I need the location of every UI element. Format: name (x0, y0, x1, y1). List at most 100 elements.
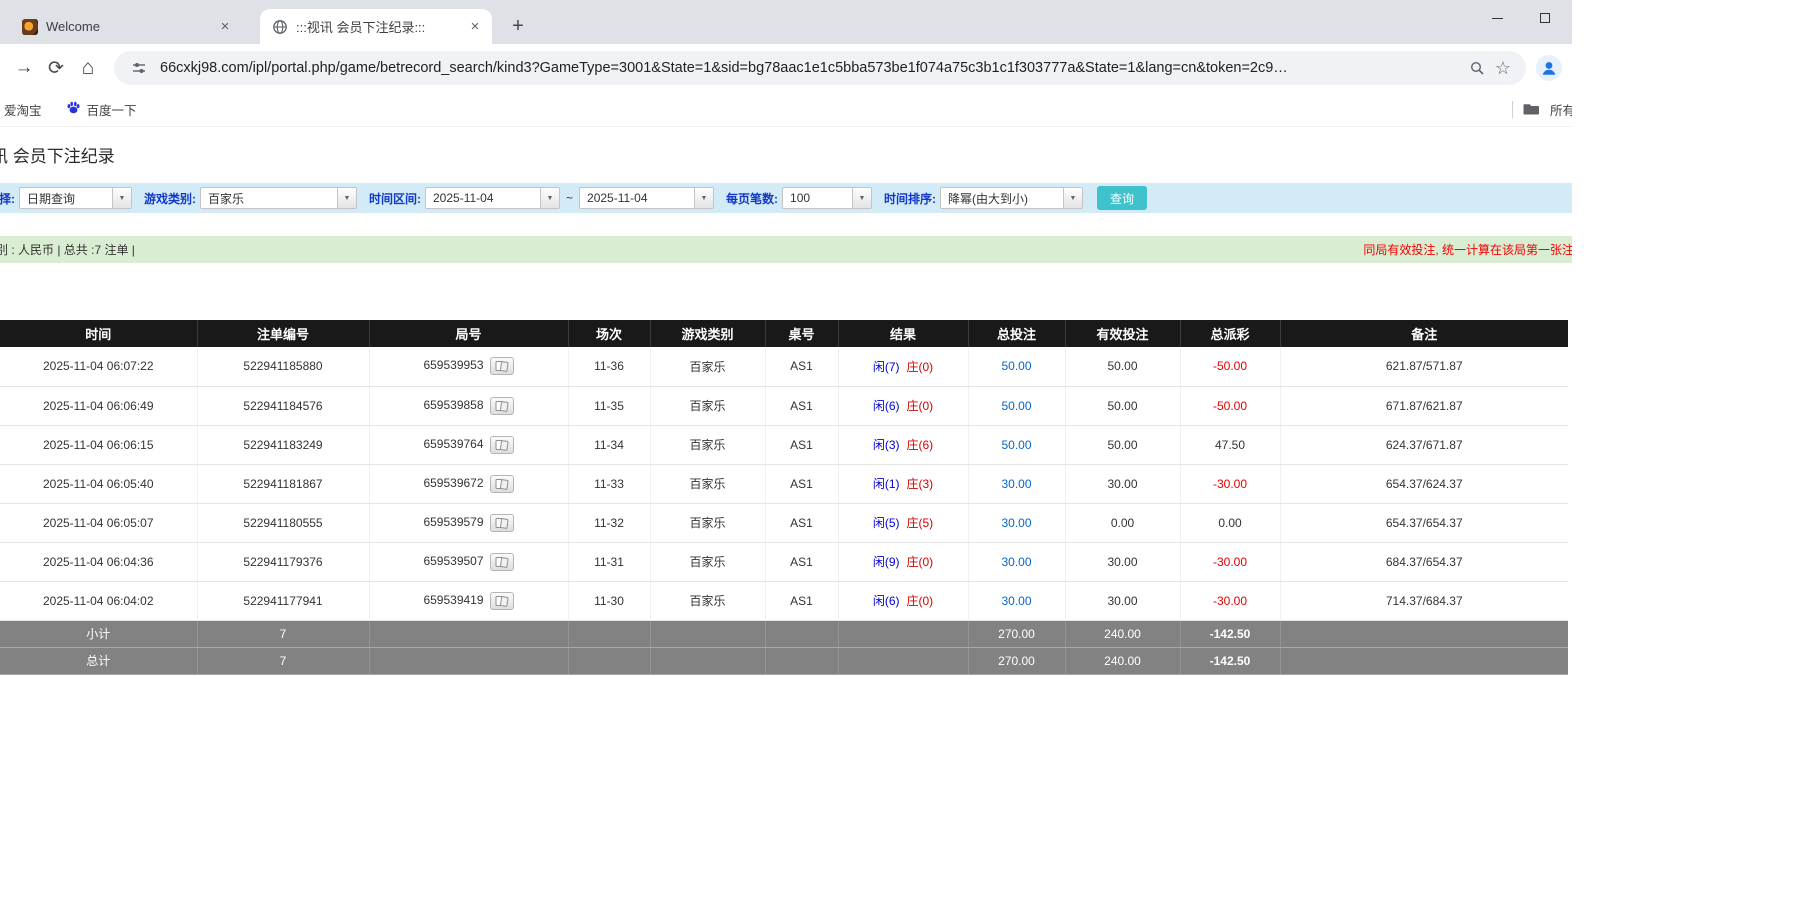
round-result-icon[interactable] (489, 357, 514, 376)
page-size-value: 100 (790, 191, 811, 205)
table-header-row: 时间 注单编号 局号 场次 游戏类别 桌号 结果 总投注 有效投注 总派彩 备注 (0, 320, 1568, 347)
round-number: 659539419 (423, 592, 484, 607)
tab-close-icon[interactable]: × (216, 18, 234, 36)
maximize-button[interactable] (1521, 0, 1568, 36)
cell-result: 闲(5) 庄(5) (838, 503, 969, 543)
cell-payout: 0.00 (1180, 503, 1281, 543)
profile-avatar[interactable] (1536, 55, 1562, 81)
column-header: 桌号 (765, 320, 839, 347)
cell-valid-bet: 30.00 (1065, 464, 1181, 504)
summary-warning-text: 同局有效投注, 统一计算在该局第一张注单 (1363, 243, 1572, 257)
date-range-separator: ~ (566, 191, 574, 205)
bookmark-baidu[interactable]: 百度一下 (64, 100, 139, 119)
table-body: 2025-11-04 06:07:22 522941185880 659539953… (0, 347, 1568, 621)
round-result-icon[interactable] (489, 435, 514, 454)
welcome-tab-favicon (22, 18, 38, 35)
table-row: 2025-11-04 06:05:40 522941181867 659539672… (0, 464, 1568, 504)
reload-icon[interactable]: ⟳ (40, 52, 72, 84)
table-row: 2025-11-04 06:05:07 522941180555 659539579… (0, 503, 1568, 543)
cell-total-bet[interactable]: 30.00 (968, 464, 1066, 504)
cell-result: 闲(9) 庄(0) (838, 542, 969, 582)
cell-bet-id: 522941179376 (197, 542, 370, 582)
cell-payout: -50.00 (1180, 347, 1281, 387)
bookmark-aitaobao[interactable]: 爱淘宝 (2, 100, 44, 119)
total-empty-cell (838, 620, 969, 648)
query-type-select[interactable]: 日期查询 ▼ (19, 187, 132, 209)
total-empty-cell (369, 620, 569, 648)
cell-total-bet[interactable]: 50.00 (968, 347, 1066, 387)
date-from-select[interactable]: 2025-11-04 ▼ (425, 187, 560, 209)
total-empty-cell (568, 620, 651, 648)
cell-session: 11-32 (568, 503, 651, 543)
cell-round: 659539672 (369, 464, 569, 504)
cell-table-no: AS1 (765, 542, 839, 582)
round-result-icon[interactable] (489, 552, 514, 571)
round-result-icon[interactable] (489, 591, 514, 610)
column-header: 时间 (0, 320, 198, 347)
home-icon[interactable]: ⌂ (72, 52, 104, 84)
cell-total-bet[interactable]: 30.00 (968, 542, 1066, 582)
total-empty-cell (369, 647, 569, 675)
sort-order-label: 时间排序: (884, 191, 937, 206)
game-type-select[interactable]: 百家乐 ▼ (200, 187, 357, 209)
result-banker: 庄(5) (906, 516, 934, 530)
total-empty-cell (1280, 647, 1568, 675)
window-controls (1474, 0, 1568, 36)
cell-round: 659539507 (369, 542, 569, 582)
result-banker: 庄(0) (906, 594, 934, 608)
tab-close-icon[interactable]: × (466, 18, 484, 36)
forward-icon[interactable]: → (8, 52, 40, 84)
all-bookmarks-label[interactable]: 所有书签 (1550, 100, 1572, 119)
cell-table-no: AS1 (765, 464, 839, 504)
cell-bet-id: 522941180555 (197, 503, 370, 543)
chevron-down-icon[interactable]: ▼ (1063, 188, 1083, 208)
tab-bet-records[interactable]: :::视讯 会员下注纪录::: × (260, 9, 492, 44)
round-number: 659539579 (423, 514, 484, 529)
chevron-down-icon[interactable]: ▼ (694, 188, 714, 208)
payout-sum: -142.50 (1180, 620, 1281, 648)
game-type-value: 百家乐 (208, 191, 245, 206)
round-result-icon[interactable] (489, 474, 514, 493)
bet-records-table: 时间 注单编号 局号 场次 游戏类别 桌号 结果 总投注 有效投注 总派彩 备注 2025-11-0… (0, 320, 1568, 675)
cell-game-type: 百家乐 (650, 425, 766, 465)
browser-window: Welcome × :::视讯 会员下注纪录::: × + → ⟳ ⌂ 66cx… (0, 0, 1572, 899)
cell-total-bet[interactable]: 30.00 (968, 581, 1066, 621)
page-size-select[interactable]: 100 ▼ (782, 187, 873, 209)
cell-round: 659539764 (369, 425, 569, 465)
url-bar[interactable]: 66cxkj98.com/ipl/portal.php/game/betreco… (114, 51, 1526, 85)
date-to-select[interactable]: 2025-11-04 ▼ (579, 187, 715, 209)
round-result-icon[interactable] (489, 513, 514, 532)
zoom-icon[interactable] (1464, 55, 1490, 81)
column-header: 备注 (1280, 320, 1568, 347)
round-number: 659539858 (423, 397, 484, 412)
result-player: 闲(6) (872, 399, 900, 413)
url-text: 66cxkj98.com/ipl/portal.php/game/betreco… (160, 60, 1288, 76)
result-banker: 庄(3) (906, 477, 934, 491)
new-tab-button[interactable]: + (504, 12, 532, 40)
cell-round: 659539419 (369, 581, 569, 621)
column-header: 结果 (838, 320, 969, 347)
chevron-down-icon[interactable]: ▼ (337, 188, 356, 208)
tab-welcome[interactable]: Welcome × (10, 9, 242, 44)
cell-time: 2025-11-04 06:04:36 (0, 542, 198, 582)
round-result-icon[interactable] (489, 396, 514, 415)
cell-session: 11-36 (568, 347, 651, 387)
chevron-down-icon[interactable]: ▼ (112, 188, 131, 208)
site-settings-icon[interactable] (126, 55, 152, 81)
browser-toolbar: → ⟳ ⌂ 66cxkj98.com/ipl/portal.php/game/b… (0, 44, 1572, 92)
chevron-down-icon[interactable]: ▼ (852, 188, 872, 208)
cell-total-bet[interactable]: 30.00 (968, 503, 1066, 543)
search-button[interactable]: 查询 (1097, 186, 1148, 210)
minimize-button[interactable] (1474, 0, 1521, 36)
chevron-down-icon[interactable]: ▼ (540, 188, 559, 208)
result-player: 闲(9) (872, 555, 900, 569)
cell-result: 闲(1) 庄(3) (838, 464, 969, 504)
subtotal-row: 小计 7 270.00 240.00 -142.50 (0, 620, 1568, 648)
sort-order-select[interactable]: 降幂(由大到小) ▼ (940, 187, 1084, 209)
cell-total-bet[interactable]: 50.00 (968, 425, 1066, 465)
result-banker: 庄(0) (906, 359, 934, 374)
column-header: 总派彩 (1180, 320, 1281, 347)
cell-total-bet[interactable]: 50.00 (968, 386, 1066, 426)
bookmark-star-icon[interactable]: ☆ (1490, 55, 1516, 81)
baidu-paw-icon (66, 100, 81, 118)
